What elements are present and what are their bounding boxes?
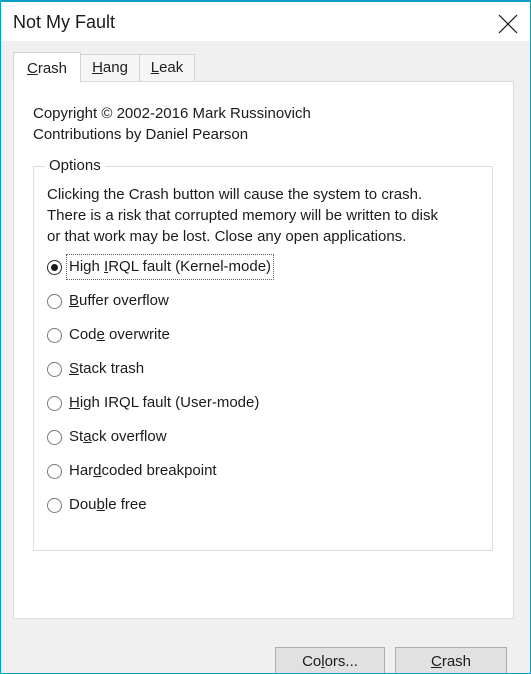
tab-leak[interactable]: Leak [139,54,195,82]
radio-selected-icon[interactable] [47,260,62,275]
radio-option-3[interactable]: Stack trash [47,357,477,391]
radio-option-label: Double free [69,496,147,513]
radio-option-1[interactable]: Buffer overflow [47,289,477,323]
radio-unselected-icon[interactable] [47,430,62,445]
options-description-line-2: There is a risk that corrupted memory wi… [47,207,438,224]
radio-unselected-icon[interactable] [47,396,62,411]
radio-unselected-icon[interactable] [47,362,62,377]
radio-option-0[interactable]: High IRQL fault (Kernel-mode) [47,254,477,289]
radio-option-7[interactable]: Double free [47,493,477,527]
crash-option-radio-group: High IRQL fault (Kernel-mode) Buffer over… [47,254,477,527]
options-description: Clicking the Crash button will cause the… [47,184,438,247]
radio-option-5[interactable]: Stack overflow [47,425,477,459]
options-groupbox-legend: Options [45,157,105,174]
options-description-line-1: Clicking the Crash button will cause the… [47,186,423,203]
radio-option-label: Hardcoded breakpoint [69,462,217,479]
colors-button[interactable]: Colors... [275,647,385,673]
tab-crash[interactable]: Crash [13,52,81,83]
title-bar: Not My Fault [1,2,530,41]
dialog-body: Crash Hang Leak Copyright © 2002-2016 Ma… [1,41,530,673]
copyright-block: Copyright © 2002-2016 Mark Russinovich C… [33,103,311,145]
radio-unselected-icon[interactable] [47,328,62,343]
radio-option-label: High IRQL fault (Kernel-mode) [65,254,275,280]
copyright-line-1: Copyright © 2002-2016 Mark Russinovich [33,105,311,122]
crash-button[interactable]: Crash [395,647,507,673]
options-description-line-3: or that work may be lost. Close any open… [47,228,407,245]
radio-option-label: High IRQL fault (User-mode) [69,394,260,411]
not-my-fault-dialog: Not My Fault Crash Hang Leak Copyright ©… [0,0,531,674]
tab-panel-crash: Copyright © 2002-2016 Mark Russinovich C… [13,81,514,673]
radio-option-2[interactable]: Code overwrite [47,323,477,357]
close-icon [498,14,518,34]
close-button[interactable] [485,2,530,41]
copyright-line-2: Contributions by Daniel Pearson [33,126,249,143]
radio-option-4[interactable]: High IRQL fault (User-mode) [47,391,477,425]
radio-option-label: Buffer overflow [69,292,169,309]
radio-unselected-icon[interactable] [47,294,62,309]
radio-option-label: Code overwrite [69,326,170,343]
options-groupbox: Options Clicking the Crash button will c… [33,157,493,551]
window-title: Not My Fault [13,12,116,32]
radio-option-label: Stack overflow [69,428,167,445]
tab-hang[interactable]: Hang [80,54,140,82]
radio-unselected-icon[interactable] [47,498,62,513]
radio-unselected-icon[interactable] [47,464,62,479]
radio-option-6[interactable]: Hardcoded breakpoint [47,459,477,493]
radio-option-label: Stack trash [69,360,145,377]
